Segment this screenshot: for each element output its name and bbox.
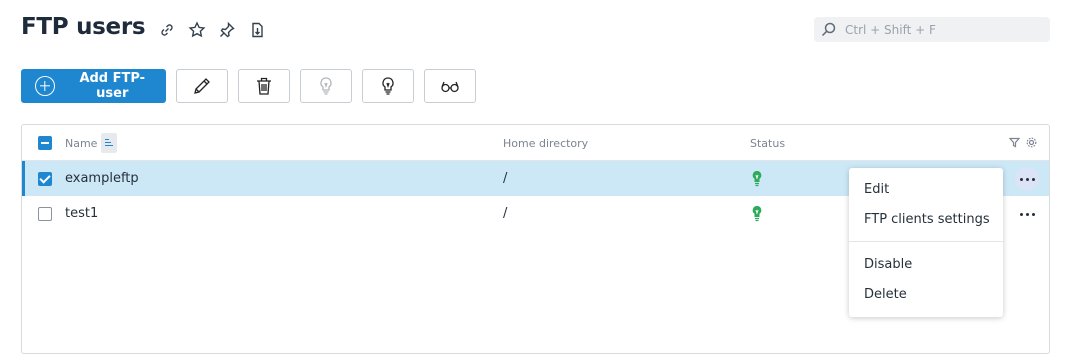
search-box[interactable]	[814, 17, 1050, 42]
table-header: Name Home directory Status	[22, 125, 1049, 161]
row-context-menu: Edit FTP clients settings Disable Delete	[849, 168, 1003, 317]
sort-icon[interactable]	[101, 133, 117, 153]
column-status[interactable]: Status	[750, 137, 785, 150]
add-ftp-user-label: Add FTP-user	[79, 71, 146, 101]
link-icon[interactable]	[156, 20, 177, 40]
page-title: FTP users	[21, 14, 146, 40]
trash-icon	[257, 77, 271, 95]
header-tools	[1009, 137, 1037, 148]
search-input[interactable]	[843, 21, 1043, 38]
menu-divider	[849, 241, 1003, 242]
cell-name: exampleftp	[65, 171, 139, 186]
search-icon	[821, 22, 836, 37]
row-checkbox[interactable]	[38, 207, 52, 221]
plus-circle-icon	[35, 76, 55, 96]
status-active-icon	[752, 171, 762, 187]
glasses-icon	[441, 81, 459, 93]
title-icons	[156, 20, 267, 40]
column-name[interactable]: Name	[65, 137, 97, 150]
row-actions-button[interactable]	[1015, 168, 1039, 190]
menu-item-delete[interactable]: Delete	[864, 287, 907, 302]
disable-button[interactable]	[300, 69, 352, 103]
add-ftp-user-button[interactable]: Add FTP-user	[21, 69, 166, 103]
gear-icon[interactable]	[1026, 137, 1037, 148]
bulb-off-icon	[320, 77, 332, 95]
column-home-directory[interactable]: Home directory	[503, 137, 588, 150]
star-icon[interactable]	[186, 20, 207, 40]
enable-button[interactable]	[362, 69, 414, 103]
pin-icon[interactable]	[216, 20, 237, 40]
menu-item-ftp-clients-settings[interactable]: FTP clients settings	[864, 212, 990, 227]
cell-home-directory: /	[503, 171, 508, 186]
bulb-icon	[382, 77, 394, 95]
export-icon[interactable]	[246, 20, 267, 40]
toolbar: Add FTP-user	[21, 69, 476, 103]
row-checkbox[interactable]	[38, 172, 52, 186]
cell-name: test1	[65, 206, 99, 221]
filter-icon[interactable]	[1009, 137, 1020, 148]
view-button[interactable]	[424, 69, 476, 103]
select-all-checkbox[interactable]	[38, 136, 52, 150]
row-actions-button[interactable]	[1015, 203, 1039, 225]
menu-item-disable[interactable]: Disable	[864, 257, 912, 272]
cell-home-directory: /	[503, 206, 508, 221]
pencil-icon	[194, 78, 210, 94]
status-active-icon	[752, 206, 762, 222]
menu-item-edit[interactable]: Edit	[864, 182, 889, 197]
edit-button[interactable]	[176, 69, 228, 103]
delete-button[interactable]	[238, 69, 290, 103]
